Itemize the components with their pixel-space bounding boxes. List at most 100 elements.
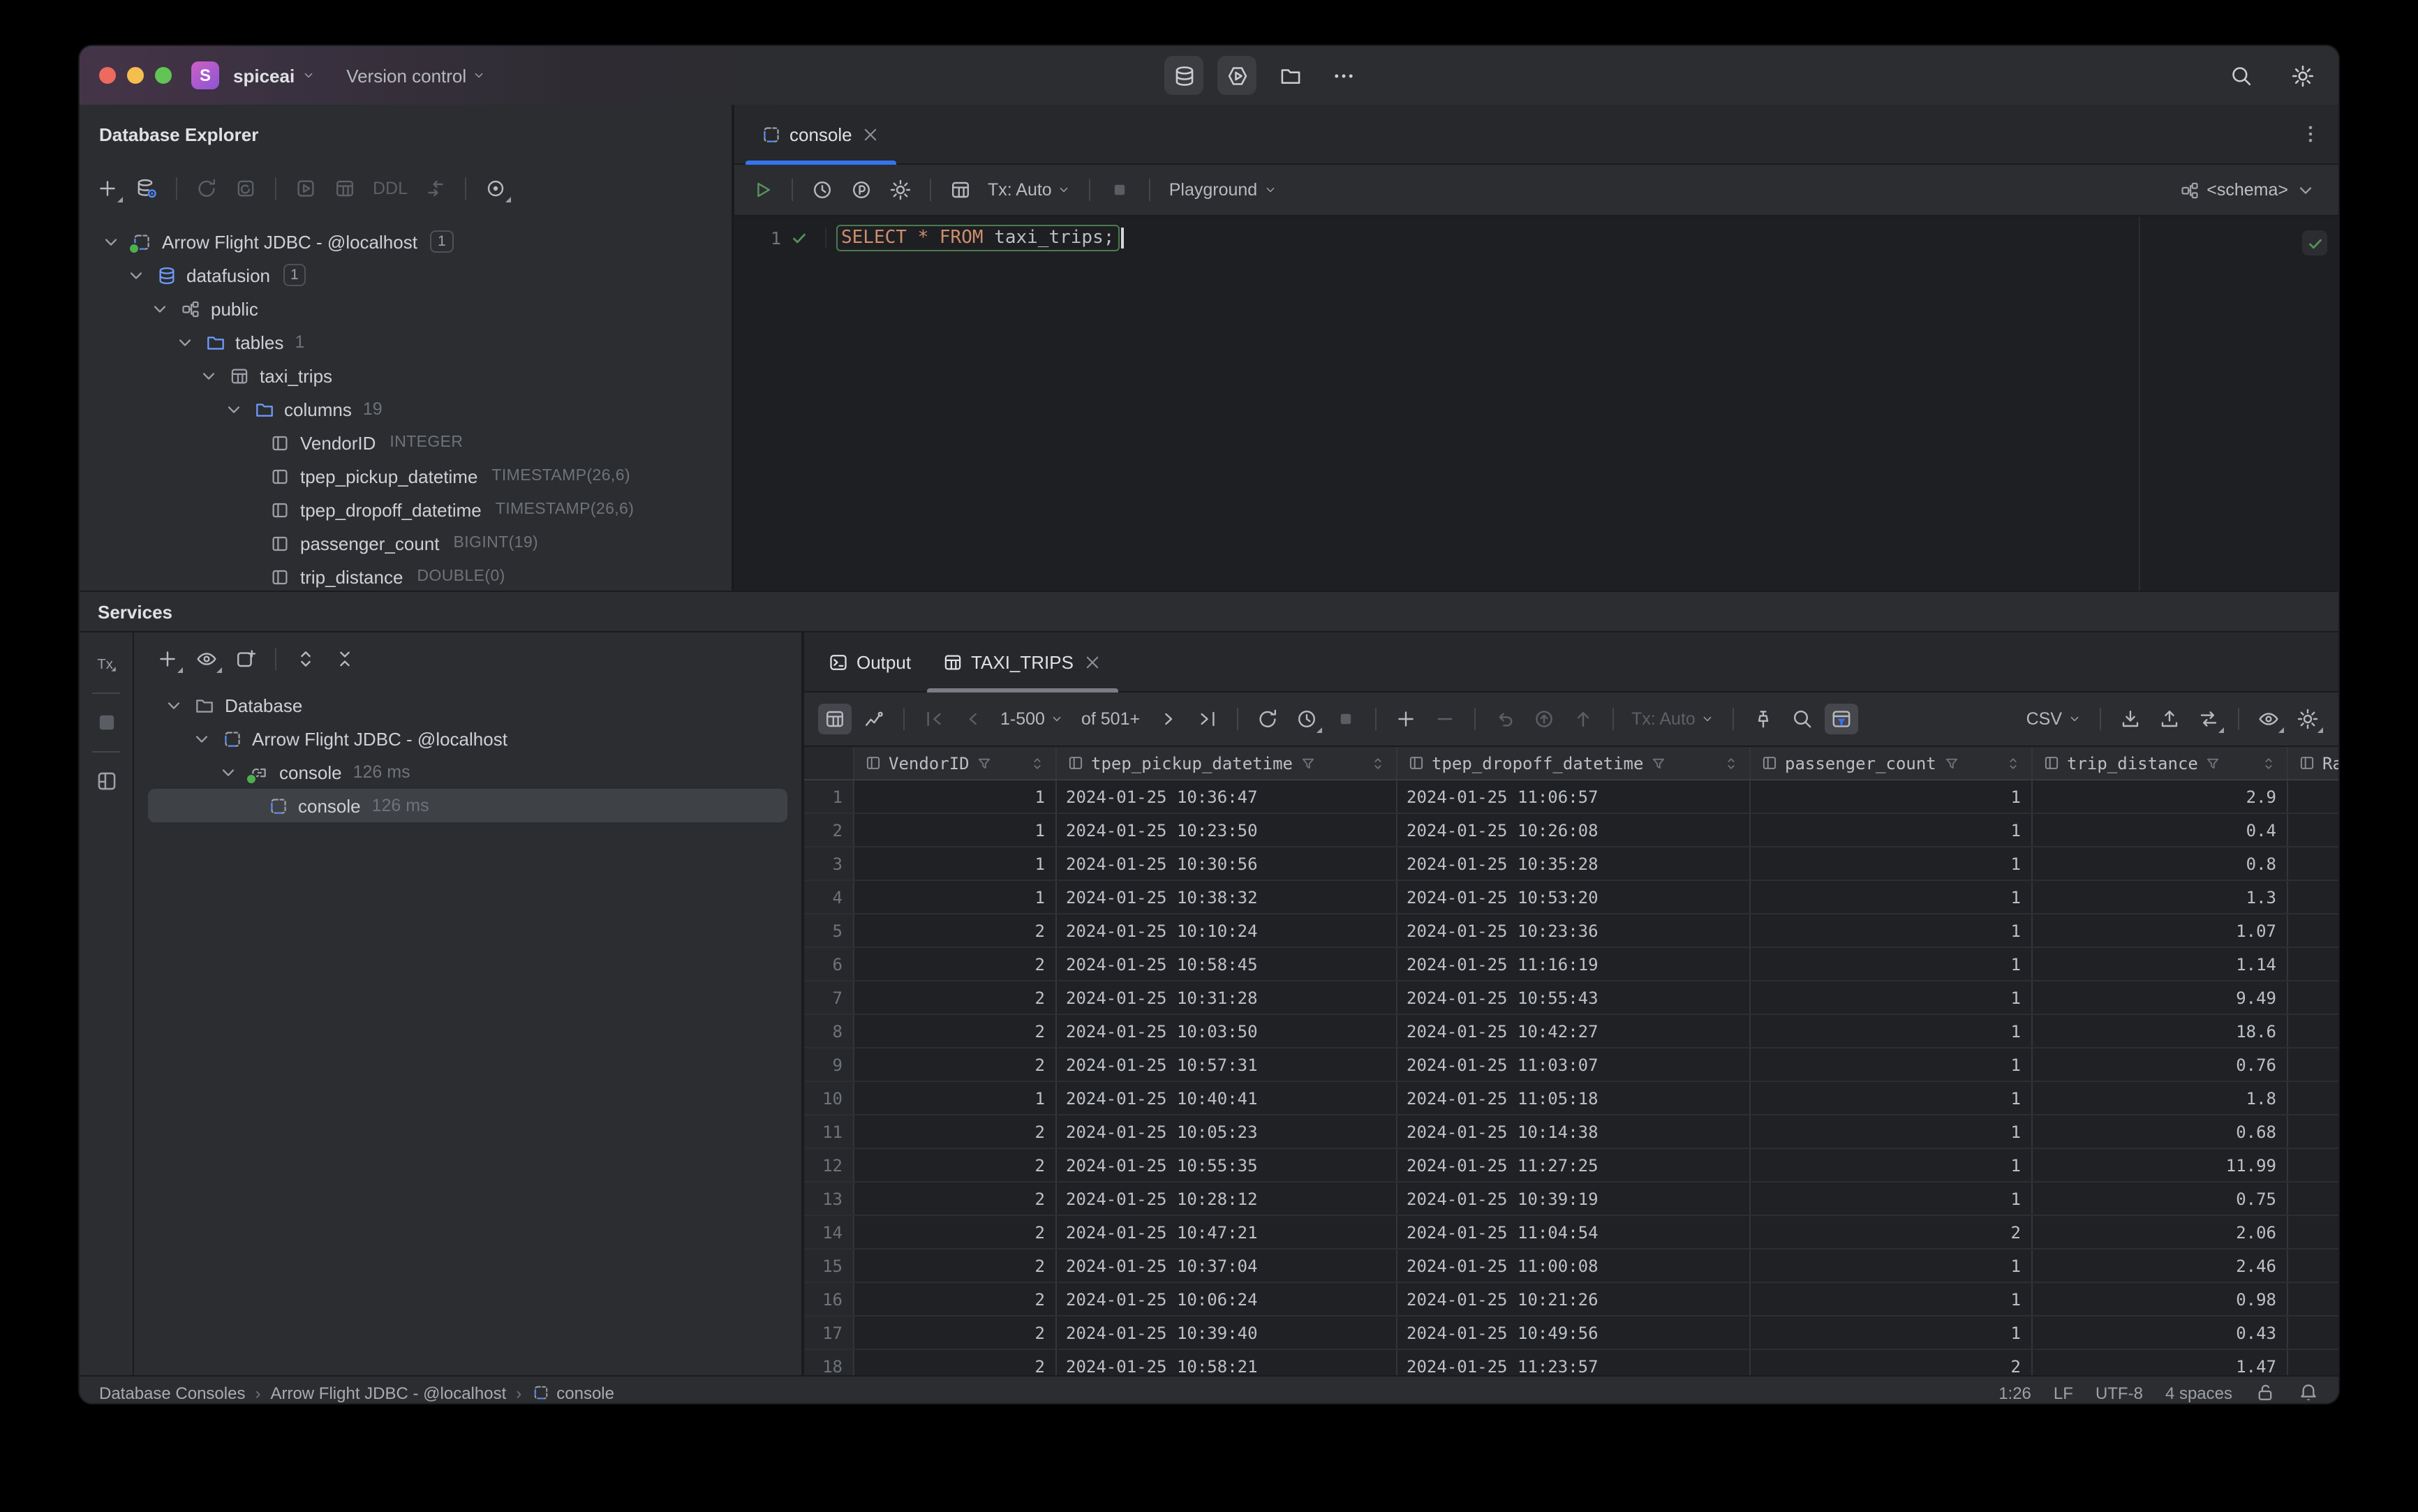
cell-passenger_count-row-8[interactable]: 1 bbox=[1750, 1015, 2032, 1047]
row-number[interactable]: 2 bbox=[803, 814, 854, 846]
minimize-window-button[interactable] bbox=[127, 67, 144, 84]
tree-item-datafusion[interactable]: datafusion 1 bbox=[80, 258, 732, 292]
playground-mode-button[interactable]: Playground bbox=[1164, 176, 1283, 204]
transaction-strip-button[interactable]: Tx bbox=[91, 649, 121, 679]
row-number[interactable]: 9 bbox=[803, 1048, 854, 1081]
tree-item-taxi-trips[interactable]: taxi_trips bbox=[80, 359, 732, 392]
column-header-tpep_pickup_datetime[interactable]: tpep_pickup_datetime bbox=[1056, 747, 1397, 779]
cell-tpep_dropoff_datetime-row-7[interactable]: 2024-01-25 10:55:43 bbox=[1397, 981, 1750, 1014]
tree-chevron-icon[interactable] bbox=[101, 231, 121, 252]
cell-tpep_pickup_datetime-row-2[interactable]: 2024-01-25 10:23:50 bbox=[1056, 814, 1397, 846]
cell-rate-row-14[interactable] bbox=[2287, 1216, 2338, 1248]
data-source-properties-button[interactable] bbox=[130, 173, 163, 204]
filter-rows-button[interactable] bbox=[1825, 704, 1859, 734]
cell-tpep_dropoff_datetime-row-15[interactable]: 2024-01-25 11:00:08 bbox=[1397, 1250, 1750, 1282]
add-service-button[interactable] bbox=[151, 644, 184, 674]
cell-passenger_count-row-14[interactable]: 2 bbox=[1750, 1216, 2032, 1248]
tree-chevron-icon[interactable] bbox=[218, 762, 239, 783]
find-in-grid-button[interactable] bbox=[1786, 704, 1820, 734]
pin-tab-button[interactable] bbox=[1747, 704, 1781, 734]
close-tab-icon[interactable] bbox=[1082, 651, 1103, 672]
cell-passenger_count-row-2[interactable]: 1 bbox=[1750, 814, 2032, 846]
cell-trip_distance-row-16[interactable]: 0.98 bbox=[2032, 1283, 2287, 1315]
cell-tpep_dropoff_datetime-row-13[interactable]: 2024-01-25 10:39:19 bbox=[1397, 1183, 1750, 1215]
cell-rate-row-2[interactable] bbox=[2287, 814, 2338, 846]
cell-trip_distance-row-11[interactable]: 0.68 bbox=[2032, 1116, 2287, 1148]
column-header-tpep_dropoff_datetime[interactable]: tpep_dropoff_datetime bbox=[1397, 747, 1750, 779]
schema-selector[interactable]: <schema> bbox=[2179, 179, 2327, 200]
cell-vendorid-row-5[interactable]: 2 bbox=[854, 914, 1056, 947]
tab-options-icon[interactable] bbox=[2299, 123, 2322, 145]
cell-tpep_pickup_datetime-row-1[interactable]: 2024-01-25 10:36:47 bbox=[1056, 780, 1397, 813]
cell-rate-row-4[interactable] bbox=[2287, 881, 2338, 913]
cell-tpep_dropoff_datetime-row-12[interactable]: 2024-01-25 11:27:25 bbox=[1397, 1149, 1750, 1181]
row-number[interactable]: 1 bbox=[803, 780, 854, 813]
cell-tpep_pickup_datetime-row-6[interactable]: 2024-01-25 10:58:45 bbox=[1056, 948, 1397, 980]
cell-tpep_dropoff_datetime-row-1[interactable]: 2024-01-25 11:06:57 bbox=[1397, 780, 1750, 813]
tree-chevron-icon[interactable] bbox=[223, 399, 244, 420]
cell-passenger_count-row-16[interactable]: 1 bbox=[1750, 1283, 2032, 1315]
add-row-button[interactable] bbox=[1388, 704, 1422, 734]
cell-passenger_count-row-15[interactable]: 1 bbox=[1750, 1250, 2032, 1282]
row-number[interactable]: 4 bbox=[803, 881, 854, 913]
column-sort-icon[interactable] bbox=[1369, 755, 1386, 771]
tree-item-tables[interactable]: tables 1 bbox=[80, 325, 732, 359]
cell-tpep_dropoff_datetime-row-5[interactable]: 2024-01-25 10:23:36 bbox=[1397, 914, 1750, 947]
jump-to-query-console-button[interactable] bbox=[289, 173, 322, 204]
import-data-button[interactable] bbox=[2114, 704, 2147, 734]
cell-tpep_pickup_datetime-row-14[interactable]: 2024-01-25 10:47:21 bbox=[1056, 1216, 1397, 1248]
tree-item-tpep-dropoff-datetime[interactable]: tpep_dropoff_datetime TIMESTAMP(26,6) bbox=[80, 493, 732, 526]
run-widget-button[interactable] bbox=[1217, 56, 1256, 95]
cell-tpep_pickup_datetime-row-11[interactable]: 2024-01-25 10:05:23 bbox=[1056, 1116, 1397, 1148]
cell-vendorid-row-6[interactable]: 2 bbox=[854, 948, 1056, 980]
cell-tpep_dropoff_datetime-row-16[interactable]: 2024-01-25 10:21:26 bbox=[1397, 1283, 1750, 1315]
database-tool-button[interactable] bbox=[1164, 56, 1203, 95]
cell-tpep_pickup_datetime-row-17[interactable]: 2024-01-25 10:39:40 bbox=[1056, 1317, 1397, 1349]
row-number[interactable]: 8 bbox=[803, 1015, 854, 1047]
cell-passenger_count-row-6[interactable]: 1 bbox=[1750, 948, 2032, 980]
search-everywhere-button[interactable] bbox=[2221, 56, 2260, 95]
tree-item-passenger-count[interactable]: passenger_count BIGINT(19) bbox=[80, 526, 732, 560]
cell-rate-row-7[interactable] bbox=[2287, 981, 2338, 1014]
breadcrumb-arrow-flight-jdbc-localhost[interactable]: Arrow Flight JDBC - @localhost bbox=[270, 1383, 506, 1402]
scope-options-button[interactable] bbox=[479, 173, 512, 204]
tab-console[interactable]: console bbox=[745, 105, 897, 165]
cell-vendorid-row-9[interactable]: 2 bbox=[854, 1048, 1056, 1081]
cell-rate-row-11[interactable] bbox=[2287, 1116, 2338, 1148]
column-filter-icon[interactable] bbox=[1943, 755, 1960, 771]
cell-trip_distance-row-6[interactable]: 1.14 bbox=[2032, 948, 2287, 980]
cell-vendorid-row-10[interactable]: 1 bbox=[854, 1082, 1056, 1114]
tree-chevron-icon[interactable] bbox=[198, 365, 219, 386]
statement-success-icon[interactable] bbox=[789, 228, 808, 246]
column-filter-icon[interactable] bbox=[977, 755, 993, 771]
cell-rate-row-1[interactable] bbox=[2287, 780, 2338, 813]
cell-tpep_pickup_datetime-row-13[interactable]: 2024-01-25 10:28:12 bbox=[1056, 1183, 1397, 1215]
row-number[interactable]: 16 bbox=[803, 1283, 854, 1315]
caret-position[interactable]: 1:26 bbox=[1998, 1383, 2031, 1402]
file-encoding[interactable]: UTF-8 bbox=[2096, 1383, 2143, 1402]
cell-passenger_count-row-7[interactable]: 1 bbox=[1750, 981, 2032, 1014]
zoom-window-button[interactable] bbox=[155, 67, 172, 84]
row-number[interactable]: 6 bbox=[803, 948, 854, 980]
cell-tpep_dropoff_datetime-row-18[interactable]: 2024-01-25 11:23:57 bbox=[1397, 1350, 1750, 1375]
tree-chevron-icon[interactable] bbox=[163, 695, 184, 716]
cell-vendorid-row-18[interactable]: 2 bbox=[854, 1350, 1056, 1375]
view-options-button[interactable] bbox=[190, 644, 223, 674]
cell-tpep_pickup_datetime-row-18[interactable]: 2024-01-25 10:58:21 bbox=[1056, 1350, 1397, 1375]
new-data-source-button[interactable] bbox=[91, 173, 124, 204]
explain-plan-button[interactable] bbox=[844, 175, 877, 205]
grid-transaction-mode-button[interactable]: Tx: Auto bbox=[1626, 705, 1721, 733]
last-page-button[interactable] bbox=[1190, 704, 1224, 734]
stop-process-button[interactable] bbox=[91, 708, 121, 737]
cell-vendorid-row-4[interactable]: 1 bbox=[854, 881, 1056, 913]
cell-trip_distance-row-1[interactable]: 2.9 bbox=[2032, 780, 2287, 813]
cell-passenger_count-row-18[interactable]: 2 bbox=[1750, 1350, 2032, 1375]
cell-trip_distance-row-15[interactable]: 2.46 bbox=[2032, 1250, 2287, 1282]
cell-tpep_dropoff_datetime-row-4[interactable]: 2024-01-25 10:53:20 bbox=[1397, 881, 1750, 913]
cell-rate-row-6[interactable] bbox=[2287, 948, 2338, 980]
cell-rate-row-9[interactable] bbox=[2287, 1048, 2338, 1081]
cell-rate-row-16[interactable] bbox=[2287, 1283, 2338, 1315]
cell-tpep_pickup_datetime-row-16[interactable]: 2024-01-25 10:06:24 bbox=[1056, 1283, 1397, 1315]
cell-vendorid-row-8[interactable]: 2 bbox=[854, 1015, 1056, 1047]
cell-rate-row-13[interactable] bbox=[2287, 1183, 2338, 1215]
